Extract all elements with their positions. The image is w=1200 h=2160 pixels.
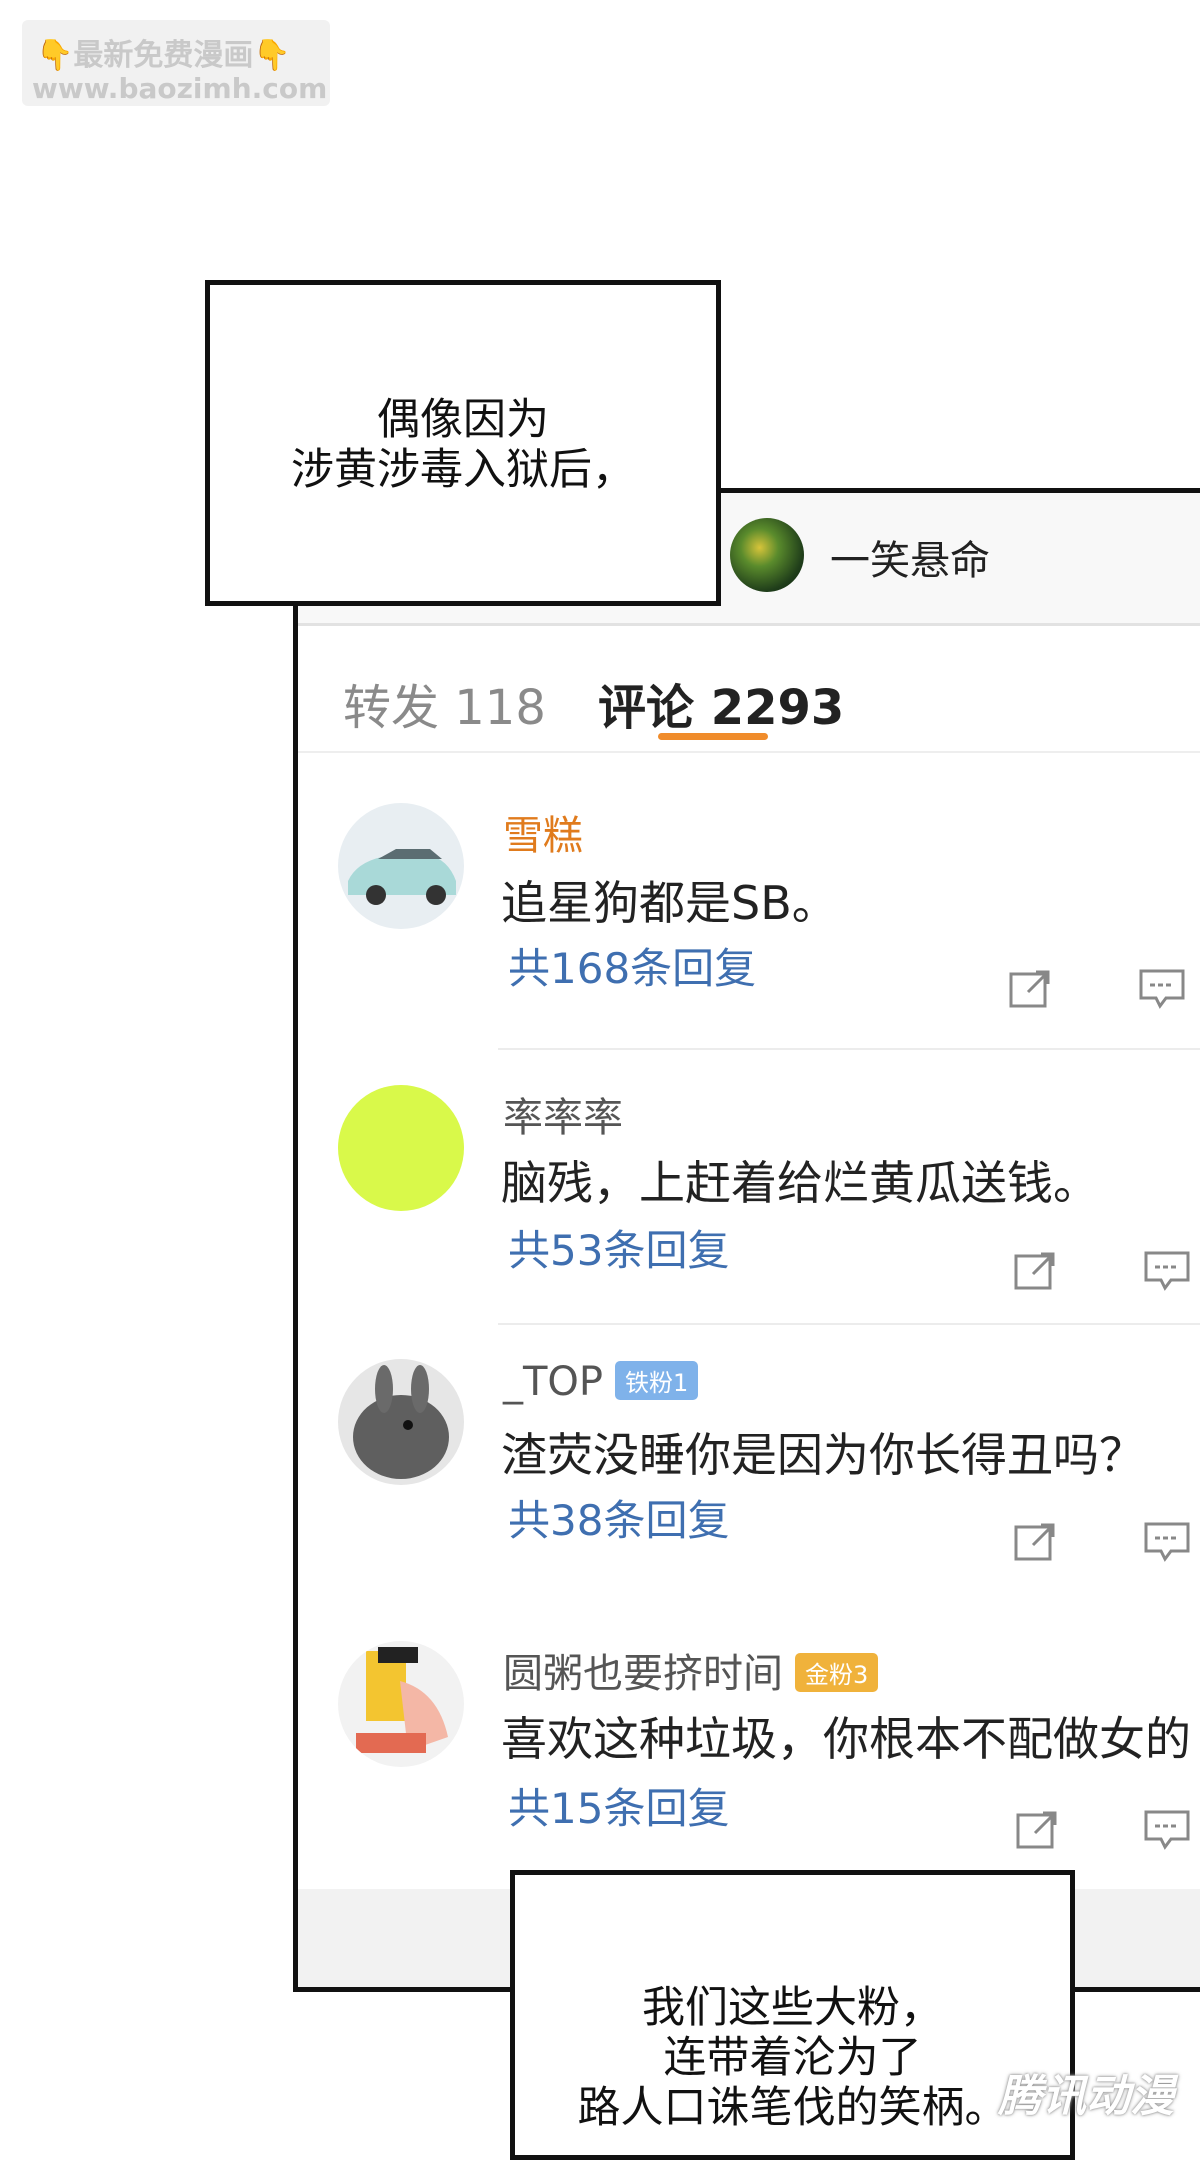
- comment-text: 喜欢这种垃圾，你根本不配做女的: [501, 1712, 1191, 1766]
- fan-badge: 铁粉1: [615, 1360, 699, 1400]
- avatar[interactable]: [338, 803, 464, 929]
- post-tabs: 转发 118 评论 2293: [298, 623, 1200, 753]
- replies-link[interactable]: 共168条回复: [508, 935, 756, 996]
- share-icon[interactable]: [1015, 1809, 1063, 1851]
- publisher-watermark: 腾讯动漫: [998, 2071, 1174, 2122]
- divider: [498, 1048, 1200, 1050]
- comment-text: 渣荧没睡你是因为你长得丑吗？: [501, 1428, 1145, 1482]
- avatar[interactable]: [338, 1085, 464, 1211]
- caption-line: 路人口诛笔伐的笑柄。: [577, 2083, 1008, 2133]
- pointing-hand-icon: 👇: [36, 38, 74, 73]
- replies-link[interactable]: 共15条回复: [508, 1775, 729, 1836]
- replies-link[interactable]: 共38条回复: [508, 1487, 729, 1548]
- comment-text: 追星狗都是SB。: [501, 876, 838, 930]
- divider: [498, 1323, 1200, 1325]
- tab-comments[interactable]: 评论 2293: [598, 668, 844, 738]
- weibo-post-screen: 一笑悬命 转发 118 评论 2293 雪糕 追星狗都是SB。 共168条回复: [293, 488, 1200, 1992]
- caption-box-bottom: 我们这些大粉， 连带着沦为了 路人口诛笔伐的笑柄。: [510, 1870, 1075, 2160]
- watermark-url: www.baozimh.com: [32, 72, 328, 105]
- fan-badge: 金粉3: [795, 1652, 879, 1692]
- caption-line: 我们这些大粉，: [642, 1983, 943, 2033]
- site-watermark: 👇最新免费漫画👇 www.baozimh.com: [22, 20, 330, 106]
- replies-link[interactable]: 共53条回复: [508, 1217, 729, 1278]
- comment-author[interactable]: 圆粥也要挤时间 金粉3: [503, 1641, 879, 1699]
- pointing-hand-icon: 👇: [253, 38, 291, 73]
- share-icon[interactable]: [1013, 1521, 1061, 1563]
- post-username[interactable]: 一笑悬命: [830, 528, 990, 586]
- share-icon[interactable]: [1008, 968, 1056, 1010]
- comment-author[interactable]: 率率率: [503, 1085, 623, 1143]
- comment-author[interactable]: _TOP 铁粉1: [503, 1359, 699, 1405]
- comment-author[interactable]: 雪糕: [503, 803, 583, 861]
- tab-repost[interactable]: 转发 118: [343, 668, 546, 738]
- comment-icon[interactable]: [1143, 1809, 1191, 1851]
- share-icon[interactable]: [1013, 1250, 1061, 1292]
- caption-line: 偶像因为: [377, 395, 549, 445]
- comment-icon[interactable]: [1138, 968, 1186, 1010]
- comment-icon[interactable]: [1143, 1521, 1191, 1563]
- comment-text: 脑残，上赶着给烂黄瓜送钱。: [501, 1156, 1099, 1210]
- active-tab-indicator: [658, 733, 768, 740]
- caption-box-top: 偶像因为 涉黄涉毒入狱后，: [205, 280, 721, 606]
- caption-line: 连带着沦为了: [663, 2033, 922, 2083]
- comment-icon[interactable]: [1143, 1250, 1191, 1292]
- user-avatar[interactable]: [730, 518, 804, 592]
- watermark-title: 👇最新免费漫画👇: [36, 38, 291, 73]
- avatar[interactable]: [338, 1359, 464, 1485]
- caption-line: 涉黄涉毒入狱后，: [291, 445, 635, 495]
- avatar[interactable]: [338, 1641, 464, 1767]
